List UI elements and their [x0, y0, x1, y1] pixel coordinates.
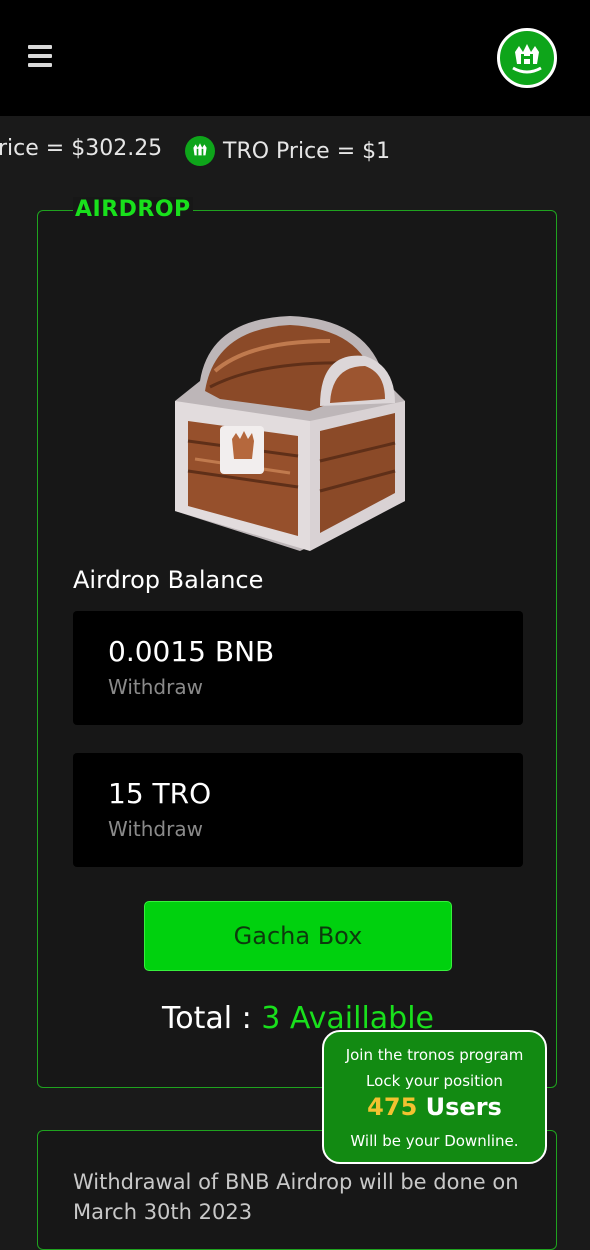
hamburger-menu-icon[interactable]	[28, 45, 52, 67]
bnb-price: rice = $302.25	[0, 136, 162, 161]
airdrop-balance-label: Airdrop Balance	[73, 566, 264, 594]
gacha-box-button[interactable]: Gacha Box	[144, 901, 452, 971]
popup-users-count: 475 Users	[324, 1093, 545, 1121]
tro-balance-amount: 15 TRO	[108, 777, 212, 810]
price-ticker: rice = $302.25 TRO Price = $1	[0, 116, 590, 184]
tronos-logo-icon[interactable]	[497, 28, 557, 88]
treasure-chest-icon	[175, 316, 405, 551]
popup-line-join: Join the tronos program	[345, 1046, 524, 1064]
top-bar	[0, 0, 590, 116]
tronos-small-logo-icon	[185, 136, 215, 166]
tro-balance-box[interactable]: 15 TRO Withdraw	[73, 753, 523, 867]
notice-text: Withdrawal of BNB Airdrop will be done o…	[73, 1170, 519, 1224]
popup-line-lock: Lock your position	[366, 1072, 503, 1090]
bnb-balance-box[interactable]: 0.0015 BNB Withdraw	[73, 611, 523, 725]
tro-price-text: TRO Price = $1	[223, 138, 391, 164]
popup-line-downline: Will be your Downline.	[350, 1132, 519, 1150]
airdrop-card: AIRDROP Airdrop Balance 0.0015 BNB Withd…	[37, 197, 557, 1088]
popup-users-number: 475	[367, 1093, 418, 1121]
bnb-price-text: rice = $302.25	[0, 136, 163, 161]
tronos-program-popup[interactable]: Join the tronos program Lock your positi…	[322, 1030, 547, 1164]
bnb-balance-amount: 0.0015 BNB	[108, 635, 275, 668]
total-prefix: Total :	[162, 1001, 262, 1036]
tro-withdraw-link[interactable]: Withdraw	[108, 817, 203, 841]
crown-icon	[512, 44, 542, 74]
airdrop-title: AIRDROP	[73, 197, 193, 222]
tro-price: TRO Price = $1	[185, 136, 390, 166]
bnb-withdraw-link[interactable]: Withdraw	[108, 675, 203, 699]
popup-users-suffix: Users	[417, 1093, 502, 1121]
